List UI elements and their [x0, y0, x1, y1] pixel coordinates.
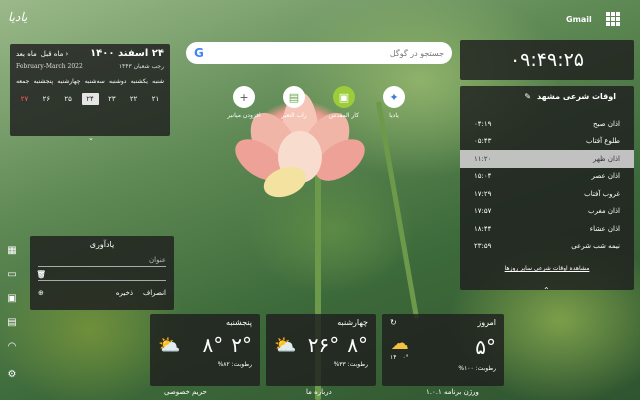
- reminder-title-field: [38, 253, 166, 267]
- weather-card-today: امروز ↻ ۵° ☁ ۰° ۱۴ رطوبت: ۱۰۰%: [382, 314, 504, 386]
- prayer-row: نیمه شب شرعی ۲۳:۵۹: [474, 242, 620, 251]
- calendar-title: ۲۴ اسفند ۱۴۰۰: [90, 48, 164, 59]
- weekday-label: جمعه: [16, 78, 30, 85]
- weather-day: پنجشنبه: [225, 318, 252, 327]
- shortcut-image[interactable]: ▤ راب التعبر: [269, 86, 319, 119]
- calendar-widget: ۲۴ اسفند ۱۴۰۰ ‹ ماه قبل ماه بعد رجب شعبا…: [10, 44, 170, 136]
- prayer-times-widget: اوقات شرعی مشهد ✎ اذان صبح ۰۴:۱۹ طلوع آفت…: [460, 86, 634, 290]
- weather-day: امروز: [477, 318, 496, 327]
- about-link[interactable]: درباره ما: [306, 388, 332, 396]
- calendar-day[interactable]: ۲۳: [103, 93, 120, 105]
- weekday-label: پنجشنبه: [33, 78, 54, 85]
- weekday-label: چهارشنبه: [57, 78, 81, 85]
- search-input[interactable]: [208, 48, 444, 58]
- weather-humidity: رطوبت: ۸۲%: [217, 361, 252, 368]
- next-month-button[interactable]: ماه بعد: [16, 50, 37, 58]
- trash-icon[interactable]: 🗑: [36, 270, 46, 279]
- prayer-row: اذان عشاء ۱۸:۴۴: [474, 224, 620, 233]
- privacy-link[interactable]: حریم خصوصی: [164, 388, 207, 396]
- calendar-day[interactable]: ۲۵: [60, 93, 77, 105]
- prayer-row: اذان صبح ۰۴:۱۹: [474, 119, 620, 128]
- weather-min-temp: ۰°: [402, 354, 409, 361]
- day-row: ۲۱ ۲۲ ۲۳ ۲۴ ۲۵ ۲۶ ۲۷: [16, 93, 164, 105]
- version-label: ورژن برنامه ۱.۰.۱: [426, 388, 479, 396]
- gear-icon[interactable]: ⚙: [4, 366, 20, 382]
- weather-card-wednesday: چهارشنبه ۸° ۲۶° ⛅ رطوبت: ۳۳%: [266, 314, 376, 386]
- plus-icon: +: [233, 86, 255, 108]
- gregorian-date: February-March 2022: [16, 63, 83, 70]
- reminder-widget: یادآوری ▦ انصراف ذخیره ⊕: [30, 236, 174, 310]
- reminder-title: یادآوری: [89, 240, 115, 249]
- hijri-date: رجب شعبان ۱۴۴۳: [118, 63, 164, 70]
- shortcut-book[interactable]: ▣ کار المقدس: [319, 86, 369, 119]
- yadia-icon: ✦: [383, 86, 405, 108]
- image-icon: ▤: [283, 86, 305, 108]
- add-reminder-icon[interactable]: ⊕: [38, 289, 44, 297]
- partly-cloudy-icon: ⛅: [274, 334, 297, 356]
- reminder-title-input[interactable]: [38, 255, 166, 264]
- shortcut-yadia[interactable]: ✦ یادیا: [369, 86, 419, 119]
- headphones-icon[interactable]: ◠: [4, 338, 20, 354]
- weekday-label: شنبه: [152, 78, 164, 85]
- weather-precip: ۱۴: [390, 354, 397, 361]
- google-logo-icon: G: [194, 46, 204, 60]
- prayer-row: اذان عصر ۱۵:۰۴: [474, 172, 620, 181]
- rain-cloud-icon: ☁: [390, 333, 409, 354]
- chevron-down-icon[interactable]: ⌄: [88, 134, 94, 142]
- weather-min-temp: ۲۶°: [307, 333, 340, 357]
- calendar-day-today[interactable]: ۲۴: [81, 93, 99, 105]
- weather-card-thursday: پنجشنبه ۲° ۸° ⛅ رطوبت: ۸۲%: [150, 314, 260, 386]
- refresh-icon[interactable]: ↻: [390, 318, 397, 327]
- calendar-day-holiday[interactable]: ۲۷: [16, 93, 33, 105]
- prayer-row: طلوع آفتاب ۰۵:۴۳: [474, 137, 620, 146]
- weather-day: چهارشنبه: [337, 318, 368, 327]
- weather-min-temp: ۸°: [202, 333, 224, 357]
- partly-cloudy-icon: ⛅: [158, 334, 181, 356]
- other-days-link[interactable]: مشاهده اوقات شرعی سایر روزها: [460, 265, 634, 272]
- app-logo[interactable]: یادیا: [8, 10, 30, 32]
- prayer-row-active: اذان ظهر ۱۱:۲۰: [460, 150, 634, 168]
- book-icon: ▣: [333, 86, 355, 108]
- save-button[interactable]: ذخیره: [116, 289, 133, 297]
- calendar-day[interactable]: ۲۶: [38, 93, 55, 105]
- gmail-link[interactable]: Gmail: [566, 15, 592, 24]
- prayer-row: اذان مغرب ۱۷:۵۷: [474, 207, 620, 216]
- weather-max-temp: ۸°: [347, 333, 368, 357]
- prev-month-button[interactable]: ‹ ماه قبل: [41, 50, 69, 58]
- prayer-title: اوقات شرعی مشهد: [537, 92, 616, 101]
- weather-max-temp: ۲°: [231, 333, 252, 357]
- reminder-date-input[interactable]: [44, 269, 166, 278]
- weekday-label: دوشنبه: [109, 78, 127, 85]
- lotus-stem: [375, 101, 420, 319]
- calendar-tool-icon[interactable]: ▦: [4, 242, 20, 258]
- chevron-up-icon[interactable]: ⌃: [543, 286, 550, 295]
- cancel-button[interactable]: انصراف: [143, 289, 166, 297]
- digital-clock: ۰۹:۴۹:۲۵: [460, 40, 634, 80]
- shortcut-label: یادیا: [389, 112, 399, 119]
- calendar-day[interactable]: ۲۱: [147, 93, 164, 105]
- weekday-label: یکشنبه: [130, 78, 148, 85]
- shortcut-label: افزودن میانبر: [227, 112, 261, 119]
- add-shortcut-button[interactable]: + افزودن میانبر: [219, 86, 269, 119]
- weekday-label: سه‌شنبه: [84, 78, 105, 85]
- calendar-day[interactable]: ۲۲: [125, 93, 142, 105]
- image-tool-icon[interactable]: ▣: [4, 290, 20, 306]
- apps-grid-icon[interactable]: [606, 12, 620, 26]
- weather-humidity: رطوبت: ۳۳%: [333, 361, 368, 368]
- edit-icon[interactable]: ✎: [524, 92, 531, 101]
- search-bar: G: [186, 42, 452, 64]
- date-tool-icon[interactable]: ▤: [4, 314, 20, 330]
- shortcut-label: راب التعبر: [281, 112, 307, 119]
- prayer-row: غروب آفتاب ۱۷:۲۹: [474, 189, 620, 198]
- weekday-row: شنبه یکشنبه دوشنبه سه‌شنبه چهارشنبه پنجش…: [16, 78, 164, 85]
- reminder-date-field: ▦: [38, 267, 166, 281]
- weather-humidity: رطوبت: ۱۰۰%: [458, 365, 496, 372]
- note-tool-icon[interactable]: ▭: [4, 266, 20, 282]
- shortcut-label: کار المقدس: [329, 112, 359, 119]
- weather-max-temp: ۵°: [475, 335, 496, 359]
